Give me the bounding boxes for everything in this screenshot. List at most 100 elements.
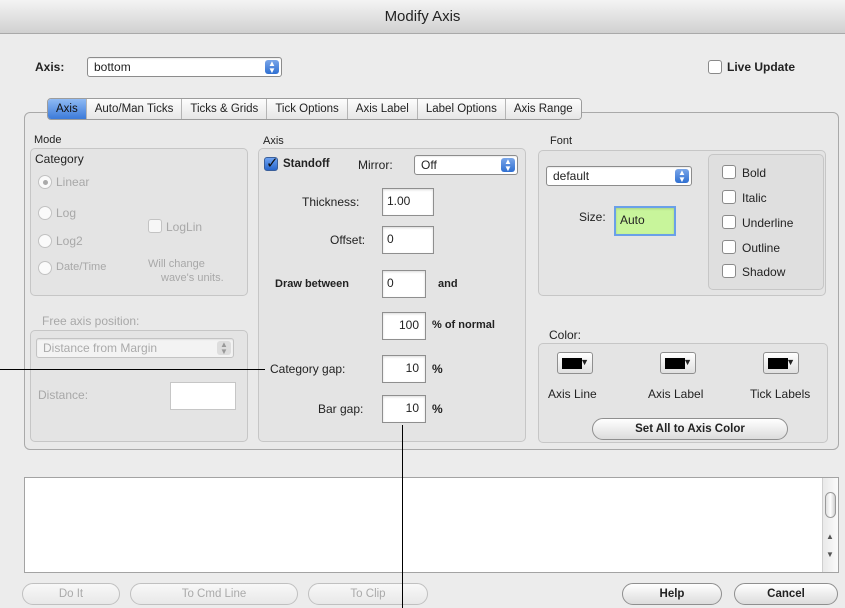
axis-label-color-label: Axis Label [648, 387, 704, 401]
offset-field[interactable]: 0 [382, 226, 434, 254]
mirror-label: Mirror: [358, 158, 393, 172]
italic-checkbox[interactable] [722, 190, 736, 204]
modify-axis-dialog: Modify Axis Axis: bottom ▲ ▼ Live Update … [0, 0, 845, 608]
free-axis-label: Free axis position: [42, 314, 140, 328]
mode-title: Mode [34, 134, 62, 146]
callout-line-bar-gap [402, 425, 403, 608]
cancel-button[interactable]: Cancel [734, 583, 838, 605]
loglin-checkbox[interactable] [148, 219, 162, 233]
tab-ticks-grids[interactable]: Ticks & Grids [182, 99, 268, 119]
tab-axis-range[interactable]: Axis Range [505, 99, 581, 119]
dropdown-arrow-icon: ▼ [683, 357, 692, 367]
shadow-label: Shadow [742, 265, 786, 279]
command-scrollbar[interactable]: ▲ ▼ [822, 478, 838, 572]
bar-gap-unit: % [432, 402, 443, 416]
tab-tick-options[interactable]: Tick Options [267, 99, 348, 119]
help-button[interactable]: Help [622, 583, 722, 605]
radio-linear-label: Linear [56, 175, 90, 189]
tick-labels-color-button[interactable]: ▼ [763, 352, 799, 374]
axis-line-color-label: Axis Line [548, 387, 597, 401]
radio-log2[interactable] [38, 234, 52, 248]
thickness-label: Thickness: [302, 195, 360, 209]
underline-checkbox[interactable] [722, 215, 736, 229]
bar-gap-field[interactable]: 10 [382, 395, 426, 423]
units-note-line2: wave's units. [161, 272, 224, 284]
radio-date-time-label: Date/Time [56, 261, 107, 273]
checkmark-icon: ✓ [266, 155, 279, 172]
and-label: and [438, 278, 458, 290]
font-select[interactable]: default ▲ ▼ [546, 166, 692, 186]
draw-between-end-field[interactable]: 100 [382, 312, 426, 340]
bold-checkbox[interactable] [722, 165, 736, 179]
tab-bar: Axis Auto/Man Ticks Ticks & Grids Tick O… [47, 98, 582, 120]
popup-arrows-icon: ▲ ▼ [265, 60, 279, 75]
popup-arrows-icon: ▲ ▼ [675, 169, 689, 184]
popup-arrows-icon: ▲ ▼ [501, 158, 515, 173]
command-text-area[interactable]: ▲ ▼ [24, 477, 839, 573]
category-group-title: Category [35, 152, 84, 166]
radio-log[interactable] [38, 206, 52, 220]
outline-label: Outline [742, 241, 781, 255]
free-axis-select-value: Distance from Margin [43, 341, 158, 355]
dropdown-arrow-icon: ▼ [786, 357, 795, 367]
radio-log-label: Log [56, 206, 77, 220]
radio-date-time[interactable] [38, 261, 52, 275]
scroll-down-icon[interactable]: ▼ [826, 550, 834, 559]
to-cmd-line-button[interactable]: To Cmd Line [130, 583, 298, 605]
live-update-label: Live Update [727, 60, 796, 74]
font-select-value: default [553, 169, 590, 183]
scroll-up-icon[interactable]: ▲ [826, 532, 834, 541]
radio-linear[interactable] [38, 175, 52, 189]
tab-axis-label[interactable]: Axis Label [347, 99, 418, 119]
axis-line-color-button[interactable]: ▼ [557, 352, 593, 374]
dropdown-arrow-icon: ▼ [580, 357, 589, 367]
mirror-select-value: Off [421, 158, 437, 172]
callout-line-category-gap [0, 369, 265, 370]
loglin-label: LogLin [166, 220, 203, 234]
bold-label: Bold [742, 166, 767, 180]
bar-gap-label: Bar gap: [318, 402, 364, 416]
do-it-button[interactable]: Do It [22, 583, 120, 605]
axis-label-color-swatch [665, 358, 685, 369]
set-all-to-axis-color-button[interactable]: Set All to Axis Color [592, 418, 788, 440]
live-update-checkbox[interactable] [708, 60, 722, 74]
size-field[interactable]: Auto [614, 206, 676, 236]
tick-labels-color-swatch [768, 358, 788, 369]
tab-axis[interactable]: Axis [48, 99, 87, 119]
draw-between-start-field[interactable]: 0 [382, 270, 426, 298]
color-title: Color: [549, 328, 582, 342]
category-gap-unit: % [432, 362, 443, 376]
axis-select[interactable]: bottom ▲ ▼ [87, 57, 282, 77]
to-clip-button[interactable]: To Clip [308, 583, 428, 605]
tick-labels-color-label: Tick Labels [750, 387, 811, 401]
draw-between-label: Draw between [275, 278, 349, 290]
popup-arrows-icon: ▲ ▼ [217, 341, 231, 356]
category-gap-label: Category gap: [270, 362, 346, 376]
standoff-checkbox[interactable]: ✓ [264, 155, 279, 172]
outline-checkbox[interactable] [722, 240, 736, 254]
percent-of-normal-label: % of normal [432, 319, 495, 331]
axis-select-label: Axis: [35, 60, 65, 74]
distance-field[interactable] [170, 382, 236, 410]
axis-title: Axis [263, 135, 284, 147]
tab-label-options[interactable]: Label Options [417, 99, 506, 119]
units-note-line1: Will change [148, 258, 205, 270]
tab-auto-man-ticks[interactable]: Auto/Man Ticks [86, 99, 183, 119]
free-axis-select[interactable]: Distance from Margin ▲ ▼ [36, 338, 234, 358]
window-title: Modify Axis [0, 0, 845, 34]
underline-label: Underline [742, 216, 794, 230]
standoff-label: Standoff [283, 158, 330, 170]
size-label: Size: [579, 210, 606, 224]
italic-label: Italic [742, 191, 767, 205]
offset-label: Offset: [330, 233, 366, 247]
axis-select-value: bottom [94, 60, 131, 74]
shadow-checkbox[interactable] [722, 264, 736, 278]
distance-label: Distance: [38, 388, 89, 402]
mirror-select[interactable]: Off ▲ ▼ [414, 155, 518, 175]
radio-log2-label: Log2 [56, 234, 83, 248]
axis-label-color-button[interactable]: ▼ [660, 352, 696, 374]
scroll-thumb[interactable] [825, 492, 836, 518]
category-gap-field[interactable]: 10 [382, 355, 426, 383]
font-title: Font [550, 135, 573, 147]
thickness-field[interactable]: 1.00 [382, 188, 434, 216]
